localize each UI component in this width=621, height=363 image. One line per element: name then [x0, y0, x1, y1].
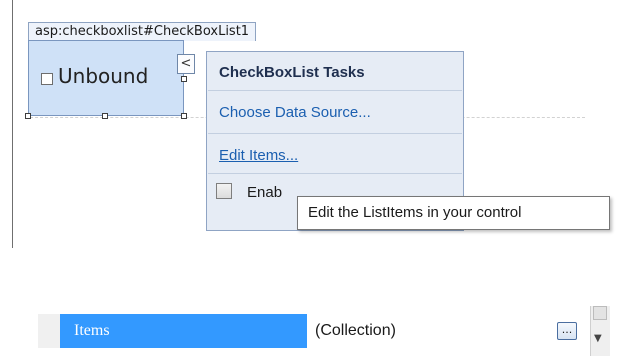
resize-handle-bottom-left[interactable]: [25, 113, 31, 119]
resize-handle-right-center[interactable]: [181, 76, 187, 82]
scrollbar-thumb[interactable]: [593, 306, 607, 320]
smart-tag-button[interactable]: <: [177, 54, 195, 74]
choose-data-source-link[interactable]: Choose Data Source...: [219, 104, 371, 121]
unbound-item-label: Unbound: [58, 64, 149, 88]
control-id-tag: asp:checkboxlist#CheckBoxList1: [28, 22, 257, 41]
tasks-separator: [208, 90, 462, 91]
enable-autopostback-checkbox[interactable]: [216, 183, 232, 199]
designer-left-border: [12, 0, 13, 248]
edit-items-link[interactable]: Edit Items...: [219, 147, 298, 164]
edit-items-tooltip: Edit the ListItems in your control: [297, 196, 610, 230]
resize-handle-bottom-center[interactable]: [102, 113, 108, 119]
property-value-collection[interactable]: (Collection): [307, 314, 582, 348]
scroll-down-arrow-icon[interactable]: ▼: [594, 333, 602, 344]
tasks-panel-title: CheckBoxList Tasks: [219, 64, 365, 81]
enable-autopostback-label: Enab: [247, 184, 283, 201]
unbound-checkbox[interactable]: [41, 73, 53, 85]
property-name-items[interactable]: Items: [60, 314, 307, 348]
ellipsis-button[interactable]: ...: [557, 322, 577, 340]
property-grid-gutter: [38, 314, 60, 348]
tasks-separator: [208, 173, 462, 174]
resize-handle-bottom-right[interactable]: [181, 113, 187, 119]
tasks-separator: [208, 133, 462, 134]
